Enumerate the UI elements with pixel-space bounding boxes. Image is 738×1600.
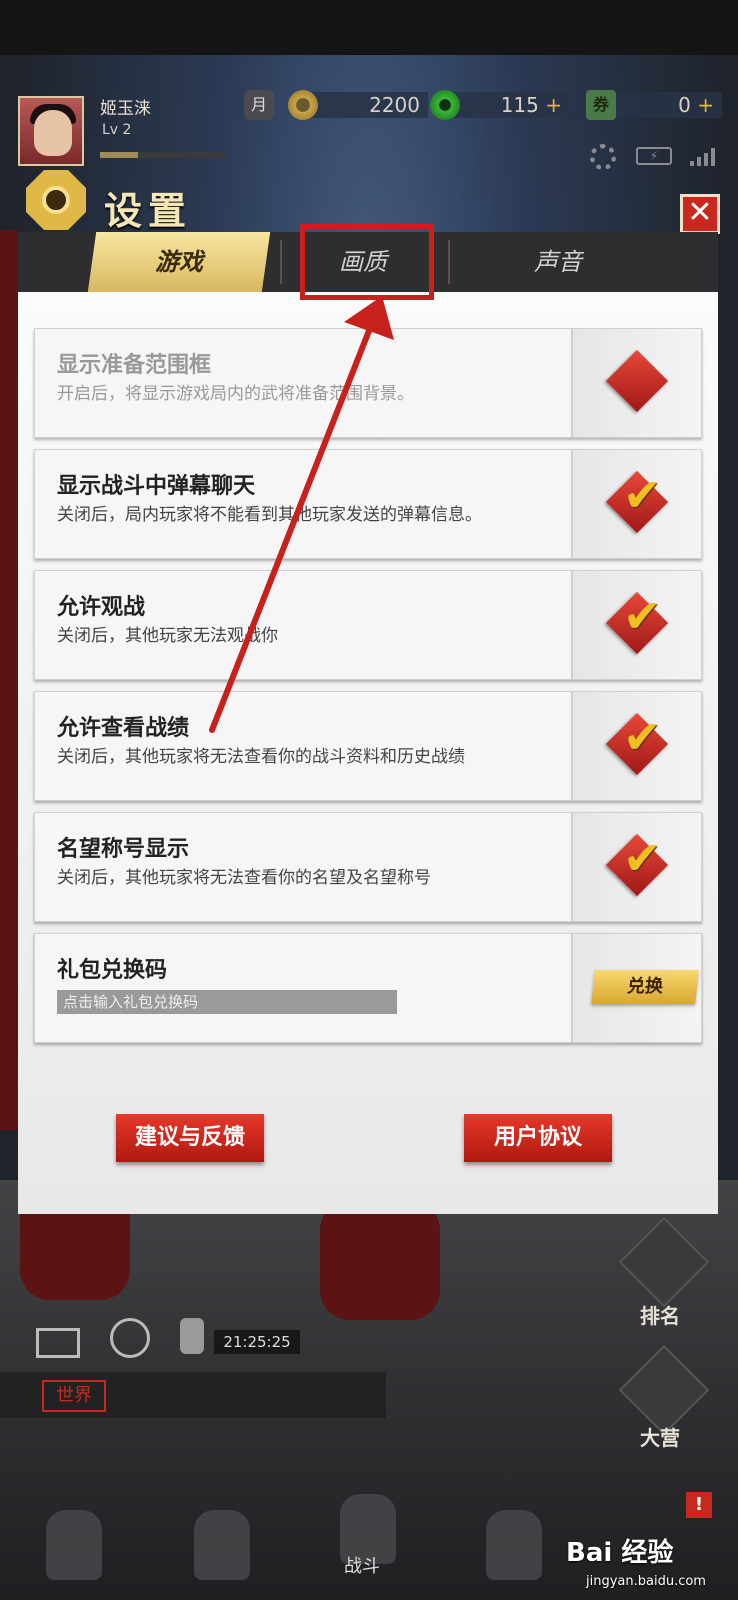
camp-label: 大营 <box>640 1426 680 1450</box>
bag-icon[interactable] <box>180 1318 204 1354</box>
mail-icon[interactable] <box>36 1328 80 1358</box>
clock-time: 21:25:25 <box>214 1330 300 1354</box>
annotation-arrow <box>209 296 394 733</box>
nav-helmet-icon[interactable] <box>194 1510 250 1580</box>
world-channel-button[interactable]: 世界 <box>42 1380 106 1412</box>
nav-compass-icon[interactable] <box>46 1510 102 1580</box>
watermark-logo: Bai 经验 <box>566 1538 674 1568</box>
nav-shield-icon[interactable] <box>486 1510 542 1580</box>
friends-icon[interactable] <box>110 1318 150 1358</box>
watermark-url: jingyan.baidu.com <box>586 1574 706 1589</box>
alert-badge-icon[interactable]: ! <box>686 1492 712 1518</box>
ranking-label: 排名 <box>640 1304 680 1328</box>
nav-battle-label: 战斗 <box>344 1556 380 1577</box>
